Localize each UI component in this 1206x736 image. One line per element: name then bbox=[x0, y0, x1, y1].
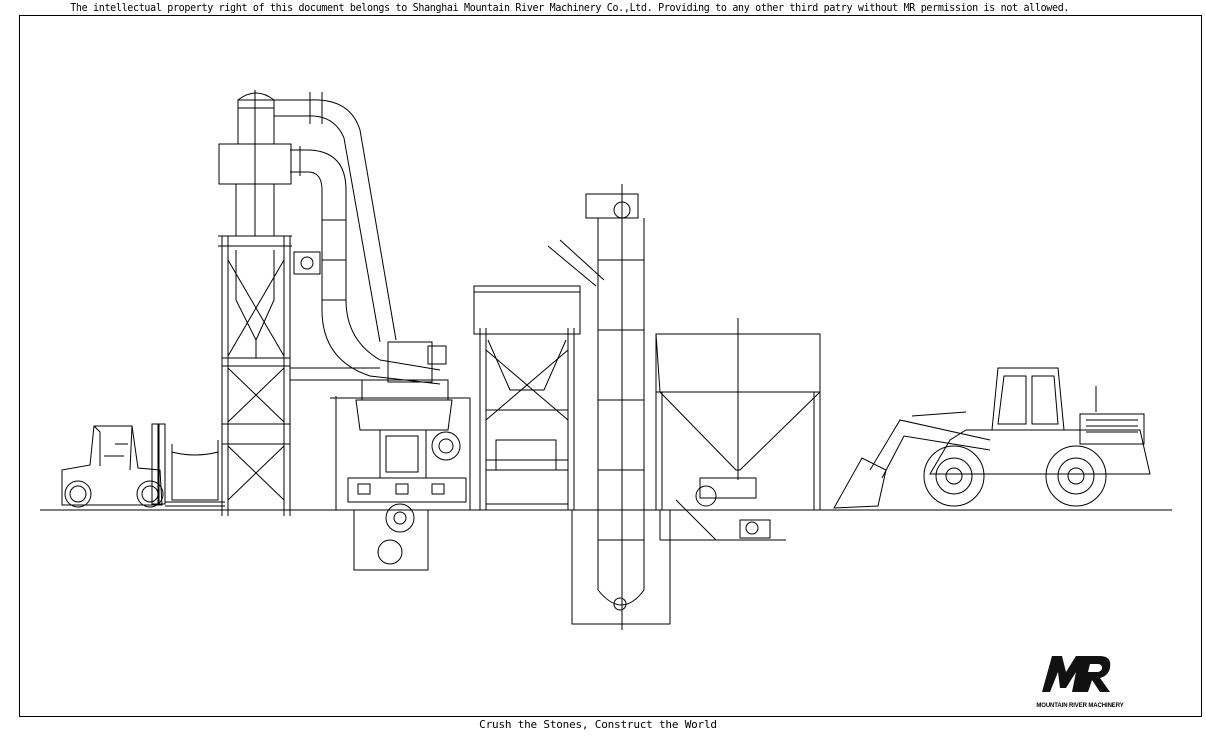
air-ducts bbox=[274, 92, 441, 385]
plant-layout-drawing bbox=[40, 90, 1172, 630]
feed-hopper bbox=[655, 318, 821, 541]
bucket-elevator bbox=[571, 184, 671, 630]
forklift bbox=[61, 423, 225, 508]
wheel-loader bbox=[833, 367, 1151, 509]
company-name: MOUNTAIN RIVER MACHINERY bbox=[1036, 703, 1124, 709]
footer-slogan: Crush the Stones, Construct the World bbox=[479, 718, 717, 731]
grinding-mill bbox=[330, 341, 471, 571]
pulse-dust-collector bbox=[218, 90, 292, 516]
storage-silo bbox=[473, 239, 605, 510]
